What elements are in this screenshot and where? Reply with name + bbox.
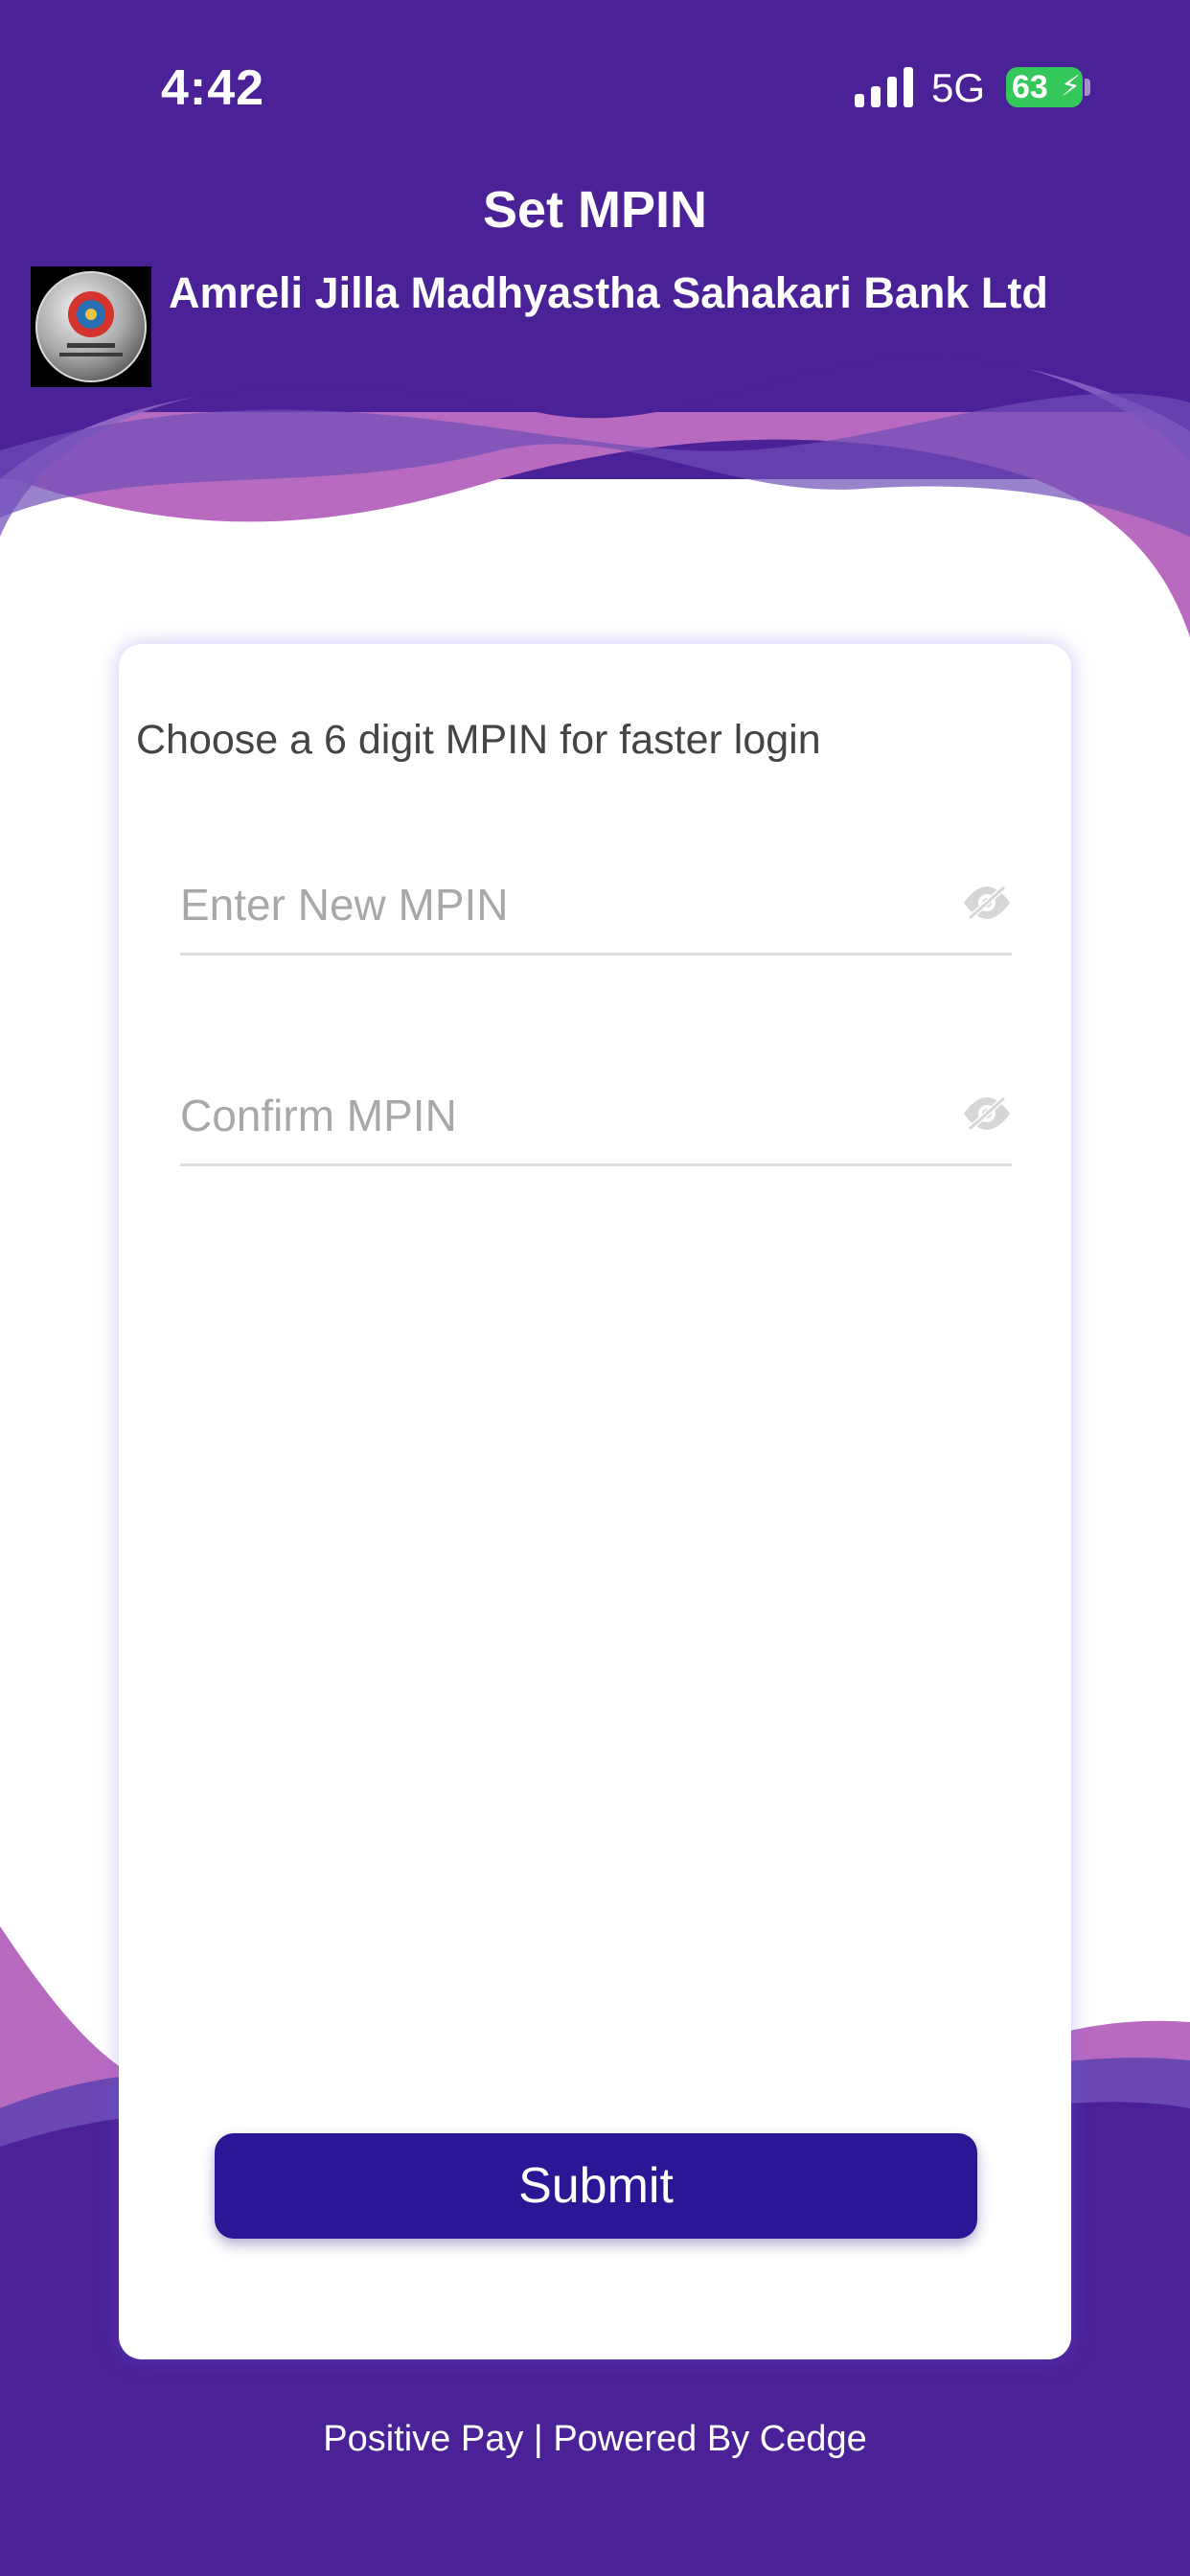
set-mpin-screen: 4:42 5G 63 ⚡ Set MPIN Amreli Jilla Madhy…	[0, 0, 1190, 2576]
confirm-mpin-field	[180, 1077, 1012, 1166]
battery-icon: 63 ⚡	[1006, 67, 1083, 107]
status-time: 4:42	[161, 60, 265, 116]
bank-logo-image	[35, 271, 147, 382]
battery-level: 63	[1012, 69, 1048, 105]
bank-logo	[31, 266, 151, 387]
mpin-instruction: Choose a 6 digit MPIN for faster login	[136, 717, 821, 763]
network-label: 5G	[931, 65, 986, 110]
signal-icon	[855, 67, 913, 107]
battery-tip	[1085, 79, 1090, 96]
submit-button[interactable]: Submit	[215, 2133, 977, 2239]
new-mpin-input[interactable]	[180, 866, 927, 943]
charging-icon: ⚡	[1060, 71, 1081, 103]
eye-slash-icon[interactable]	[962, 884, 1012, 922]
footer-text: Positive Pay | Powered By Cedge	[323, 2419, 867, 2459]
bank-name: Amreli Jilla Madhyastha Sahakari Bank Lt…	[169, 268, 1048, 317]
confirm-mpin-input[interactable]	[180, 1077, 927, 1154]
new-mpin-field	[180, 866, 1012, 955]
page-title: Set MPIN	[482, 181, 708, 239]
eye-slash-icon[interactable]	[962, 1094, 1012, 1133]
mpin-card: Choose a 6 digit MPIN for faster login S…	[119, 644, 1071, 2359]
